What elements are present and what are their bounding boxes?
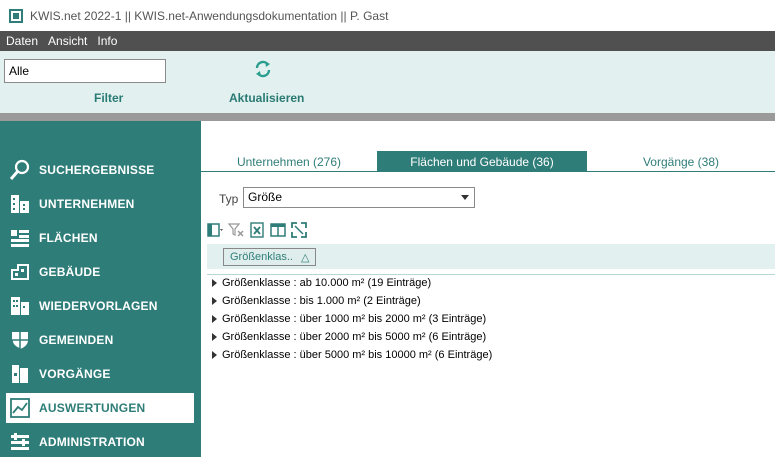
menu-daten[interactable]: Daten [6, 34, 38, 48]
grid-toolbar [207, 221, 312, 239]
layout-icon[interactable] [270, 222, 286, 238]
sidebar-item-wiedervorlagen[interactable]: WIEDERVORLAGEN [6, 291, 194, 321]
group-row[interactable]: Größenklasse : bis 1.000 m² (2 Einträge) [207, 292, 775, 310]
tab-vorgaenge[interactable]: Vorgänge (38) [587, 151, 775, 172]
company-icon [9, 193, 31, 215]
menu-ansicht[interactable]: Ansicht [48, 34, 87, 48]
group-row-label: Größenklasse : über 1000 m² bis 2000 m² … [222, 313, 487, 325]
fullscreen-icon[interactable] [291, 222, 307, 238]
group-rows: Größenklasse : ab 10.000 m² (19 Einträge… [207, 274, 775, 364]
sidebar: SUCHERGEBNISSE UNTERNEHMEN FLÄCHEN GEBÄU… [0, 121, 201, 457]
sidebar-item-label: GEMEINDEN [39, 333, 114, 347]
app-window: KWIS.net 2022-1 || KWIS.net-Anwendungsdo… [0, 0, 775, 457]
expand-arrow-icon[interactable] [212, 279, 217, 287]
sidebar-item-label: WIEDERVORLAGEN [39, 299, 158, 313]
clear-filter-icon[interactable] [228, 222, 244, 238]
sidebar-item-label: SUCHERGEBNISSE [39, 163, 155, 177]
sidebar-item-label: AUSWERTUNGEN [39, 401, 146, 415]
building-icon [9, 261, 31, 283]
chart-icon [9, 397, 31, 419]
sidebar-item-label: ADMINISTRATION [39, 435, 145, 449]
tab-unternehmen[interactable]: Unternehmen (276) [201, 151, 377, 172]
resubmission-icon [9, 295, 31, 317]
menu-bar: Daten Ansicht Info [0, 31, 775, 51]
window-title: KWIS.net 2022-1 || KWIS.net-Anwendungsdo… [30, 8, 389, 23]
toolbar-divider [0, 113, 775, 121]
sidebar-item-administration[interactable]: ADMINISTRATION [6, 427, 194, 457]
group-row-label: Größenklasse : über 5000 m² bis 10000 m²… [222, 349, 493, 361]
group-row[interactable]: Größenklasse : über 5000 m² bis 10000 m²… [207, 346, 775, 364]
sidebar-item-auswertungen[interactable]: AUSWERTUNGEN [6, 393, 194, 423]
expand-arrow-icon[interactable] [212, 351, 217, 359]
sort-ascending-icon: △ [300, 251, 310, 264]
ribbon-toolbar: Alle Filter Aktualisieren [0, 51, 775, 113]
group-row-label: Größenklasse : über 2000 m² bis 5000 m² … [222, 331, 487, 343]
typ-select-value: Größe [248, 190, 283, 204]
title-bar: KWIS.net 2022-1 || KWIS.net-Anwendungsdo… [0, 0, 775, 31]
tab-flaechen-und-gebaeude[interactable]: Flächen und Gebäude (36) [377, 151, 587, 172]
group-row-label: Größenklasse : ab 10.000 m² (19 Einträge… [222, 277, 432, 289]
filter-label: Filter [94, 91, 124, 105]
typ-select[interactable]: Größe [243, 187, 475, 208]
chevron-down-icon [461, 195, 469, 200]
settings-sliders-icon [9, 431, 31, 453]
column-chooser-icon[interactable] [207, 222, 223, 238]
search-icon [9, 159, 31, 181]
group-chip-label: Größenklas.. [230, 251, 293, 263]
expand-arrow-icon[interactable] [212, 333, 217, 341]
group-chip-groessenklasse[interactable]: Größenklas.. △ [223, 248, 317, 266]
tab-divider [201, 171, 775, 172]
group-by-panel: Größenklas.. △ [207, 244, 775, 269]
areas-icon [9, 227, 31, 249]
municipality-shield-icon [9, 329, 31, 351]
sidebar-item-vorgaenge[interactable]: VORGÄNGE [6, 359, 194, 389]
filter-input[interactable]: Alle [4, 59, 166, 83]
group-row[interactable]: Größenklasse : ab 10.000 m² (19 Einträge… [207, 274, 775, 292]
app-logo-icon [9, 8, 23, 23]
sidebar-item-label: GEBÄUDE [39, 265, 101, 279]
group-row[interactable]: Größenklasse : über 1000 m² bis 2000 m² … [207, 310, 775, 328]
sidebar-item-gemeinden[interactable]: GEMEINDEN [6, 325, 194, 355]
typ-label: Typ [219, 192, 239, 206]
menu-info[interactable]: Info [97, 34, 117, 48]
processes-icon [9, 363, 31, 385]
sidebar-item-label: FLÄCHEN [39, 231, 98, 245]
group-row[interactable]: Größenklasse : über 2000 m² bis 5000 m² … [207, 328, 775, 346]
expand-arrow-icon[interactable] [212, 315, 217, 323]
sidebar-item-label: UNTERNEHMEN [39, 197, 135, 211]
sidebar-item-unternehmen[interactable]: UNTERNEHMEN [6, 189, 194, 219]
refresh-button[interactable]: Aktualisieren [229, 91, 304, 105]
sidebar-item-gebaeude[interactable]: GEBÄUDE [6, 257, 194, 287]
main-content: Unternehmen (276) Flächen und Gebäude (3… [201, 121, 775, 457]
tab-bar: Unternehmen (276) Flächen und Gebäude (3… [201, 151, 775, 172]
expand-arrow-icon[interactable] [212, 297, 217, 305]
excel-export-icon[interactable] [249, 222, 265, 238]
sidebar-item-flaechen[interactable]: FLÄCHEN [6, 223, 194, 253]
sidebar-item-label: VORGÄNGE [39, 367, 111, 381]
group-row-label: Größenklasse : bis 1.000 m² (2 Einträge) [222, 295, 421, 307]
refresh-icon[interactable] [253, 59, 273, 79]
sidebar-item-suchergebnisse[interactable]: SUCHERGEBNISSE [6, 155, 194, 185]
